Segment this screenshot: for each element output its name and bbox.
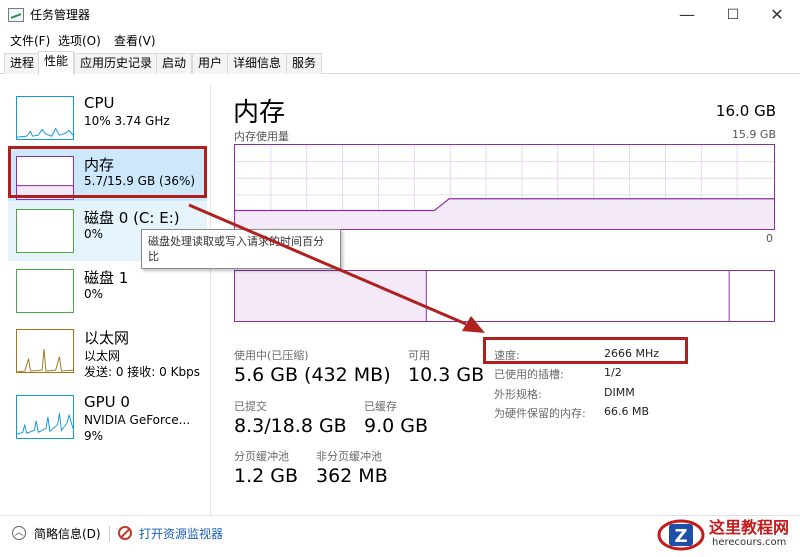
resource-monitor-icon[interactable] bbox=[118, 526, 132, 540]
in-use-label: 使用中(已压缩) bbox=[234, 349, 309, 362]
tab-details[interactable]: 详细信息 bbox=[227, 53, 288, 74]
sidebar-disk0-title: 磁盘 0 (C: E:) bbox=[84, 209, 180, 227]
menu-file[interactable]: 文件(F) bbox=[10, 32, 50, 49]
disk1-thumbnail bbox=[16, 269, 74, 313]
cached-value: 9.0 GB bbox=[364, 415, 429, 437]
hardware-reserved-label: 为硬件保留的内存: bbox=[494, 407, 586, 420]
in-use-value: 5.6 GB (432 MB) bbox=[234, 364, 391, 386]
disk-tooltip: 磁盘处理读取或写入请求的时间百分比 bbox=[141, 229, 341, 269]
sidebar-item-cpu[interactable]: CPU 10% 3.74 GHz bbox=[8, 88, 207, 148]
watermark-logo-icon: Z bbox=[657, 519, 705, 551]
chevron-up-icon[interactable]: ︿ bbox=[12, 526, 26, 540]
close-button[interactable]: ✕ bbox=[754, 0, 800, 30]
tab-performance[interactable]: 性能 bbox=[38, 51, 75, 75]
menu-bar: 文件(F) 选项(O) 查看(V) bbox=[0, 30, 800, 50]
window-title: 任务管理器 bbox=[30, 8, 91, 22]
speed-value: 2666 MHz bbox=[604, 347, 660, 360]
sidebar-item-disk1[interactable]: 磁盘 1 0% bbox=[8, 261, 207, 321]
sidebar-gpu-title: GPU 0 bbox=[84, 393, 130, 411]
sidebar-cpu-title: CPU bbox=[84, 94, 115, 112]
slots-value: 1/2 bbox=[604, 366, 622, 379]
available-label: 可用 bbox=[408, 349, 430, 362]
watermark-text: 这里教程网 bbox=[709, 518, 790, 537]
sidebar-item-memory[interactable]: 内存 5.7/15.9 GB (36%) bbox=[8, 148, 207, 208]
menu-view[interactable]: 查看(V) bbox=[114, 32, 156, 49]
sidebar-item-ethernet[interactable]: 以太网 以太网 发送: 0 接收: 0 Kbps bbox=[8, 321, 207, 381]
gpu-thumbnail bbox=[16, 395, 74, 439]
site-watermark: Z 这里教程网 herecours.com bbox=[652, 512, 800, 557]
watermark-url: herecours.com bbox=[712, 537, 787, 548]
nonpaged-pool-label: 非分页缓冲池 bbox=[316, 450, 382, 463]
sidebar-ethernet-title: 以太网 bbox=[84, 329, 130, 347]
paged-pool-label: 分页缓冲池 bbox=[234, 450, 289, 463]
nonpaged-pool-value: 362 MB bbox=[316, 465, 388, 487]
cached-label: 已缓存 bbox=[364, 400, 397, 413]
hardware-reserved-value: 66.6 MB bbox=[604, 405, 650, 418]
usage-graph-max: 15.9 GB bbox=[731, 128, 776, 141]
maximize-button[interactable]: ☐ bbox=[710, 0, 756, 30]
sidebar-ethernet-rate: 发送: 0 接收: 0 Kbps bbox=[84, 365, 200, 379]
sidebar-disk1-sub: 0% bbox=[84, 287, 104, 301]
memory-usage-fill bbox=[235, 198, 774, 229]
memory-usage-graph bbox=[234, 144, 775, 230]
tab-users[interactable]: 用户 bbox=[192, 53, 229, 74]
sidebar-disk1-title: 磁盘 1 bbox=[84, 269, 129, 287]
slots-label: 已使用的插槽: bbox=[494, 368, 564, 381]
tab-processes[interactable]: 进程 bbox=[4, 53, 41, 74]
tab-bar: 进程 性能 应用历史记录 启动 用户 详细信息 服务 bbox=[0, 50, 800, 75]
usage-graph-zero: 0 bbox=[766, 232, 773, 245]
available-value: 10.3 GB bbox=[408, 364, 485, 386]
sidebar-disk0-sub: 0% bbox=[84, 227, 104, 241]
speed-label: 速度: bbox=[494, 349, 520, 362]
title-bar: 任务管理器 — ☐ ✕ bbox=[0, 0, 800, 30]
usage-graph-label: 内存使用量 bbox=[234, 130, 289, 143]
minimize-button[interactable]: — bbox=[664, 0, 710, 30]
sidebar-ethernet-sub: 以太网 bbox=[84, 349, 121, 363]
performance-sidebar: CPU 10% 3.74 GHz 内存 5.7/15.9 GB (36%) 磁盘… bbox=[0, 85, 207, 515]
form-factor-value: DIMM bbox=[604, 386, 635, 399]
ethernet-thumbnail bbox=[16, 329, 74, 373]
tab-services[interactable]: 服务 bbox=[286, 53, 323, 74]
committed-value: 8.3/18.8 GB bbox=[234, 415, 347, 437]
sidebar-memory-sub: 5.7/15.9 GB (36%) bbox=[84, 174, 196, 188]
sidebar-cpu-sub: 10% 3.74 GHz bbox=[84, 114, 170, 128]
open-resource-monitor-link[interactable]: 打开资源监视器 bbox=[139, 525, 223, 542]
menu-options[interactable]: 选项(O) bbox=[58, 32, 101, 49]
footer-divider bbox=[109, 526, 110, 542]
cpu-thumbnail bbox=[16, 96, 74, 140]
committed-label: 已提交 bbox=[234, 400, 267, 413]
form-factor-label: 外形规格: bbox=[494, 388, 542, 401]
sidebar-memory-title: 内存 bbox=[84, 156, 115, 174]
sidebar-item-gpu[interactable]: GPU 0 NVIDIA GeForce... 9% bbox=[8, 387, 207, 447]
sidebar-divider bbox=[210, 85, 211, 515]
task-manager-icon bbox=[8, 8, 24, 22]
memory-composition-bar bbox=[234, 270, 775, 322]
tab-startup[interactable]: 启动 bbox=[156, 53, 193, 74]
fewer-details-link[interactable]: 简略信息(D) bbox=[34, 525, 101, 542]
disk0-thumbnail bbox=[16, 209, 74, 253]
tab-app-history[interactable]: 应用历史记录 bbox=[74, 53, 159, 74]
svg-text:Z: Z bbox=[674, 526, 687, 547]
paged-pool-value: 1.2 GB bbox=[234, 465, 299, 487]
sidebar-gpu-usage: 9% bbox=[84, 429, 104, 443]
sidebar-gpu-sub: NVIDIA GeForce... bbox=[84, 413, 191, 427]
page-title: 内存 bbox=[233, 98, 286, 128]
memory-total: 16.0 GB bbox=[715, 102, 776, 120]
memory-thumbnail bbox=[16, 156, 74, 200]
